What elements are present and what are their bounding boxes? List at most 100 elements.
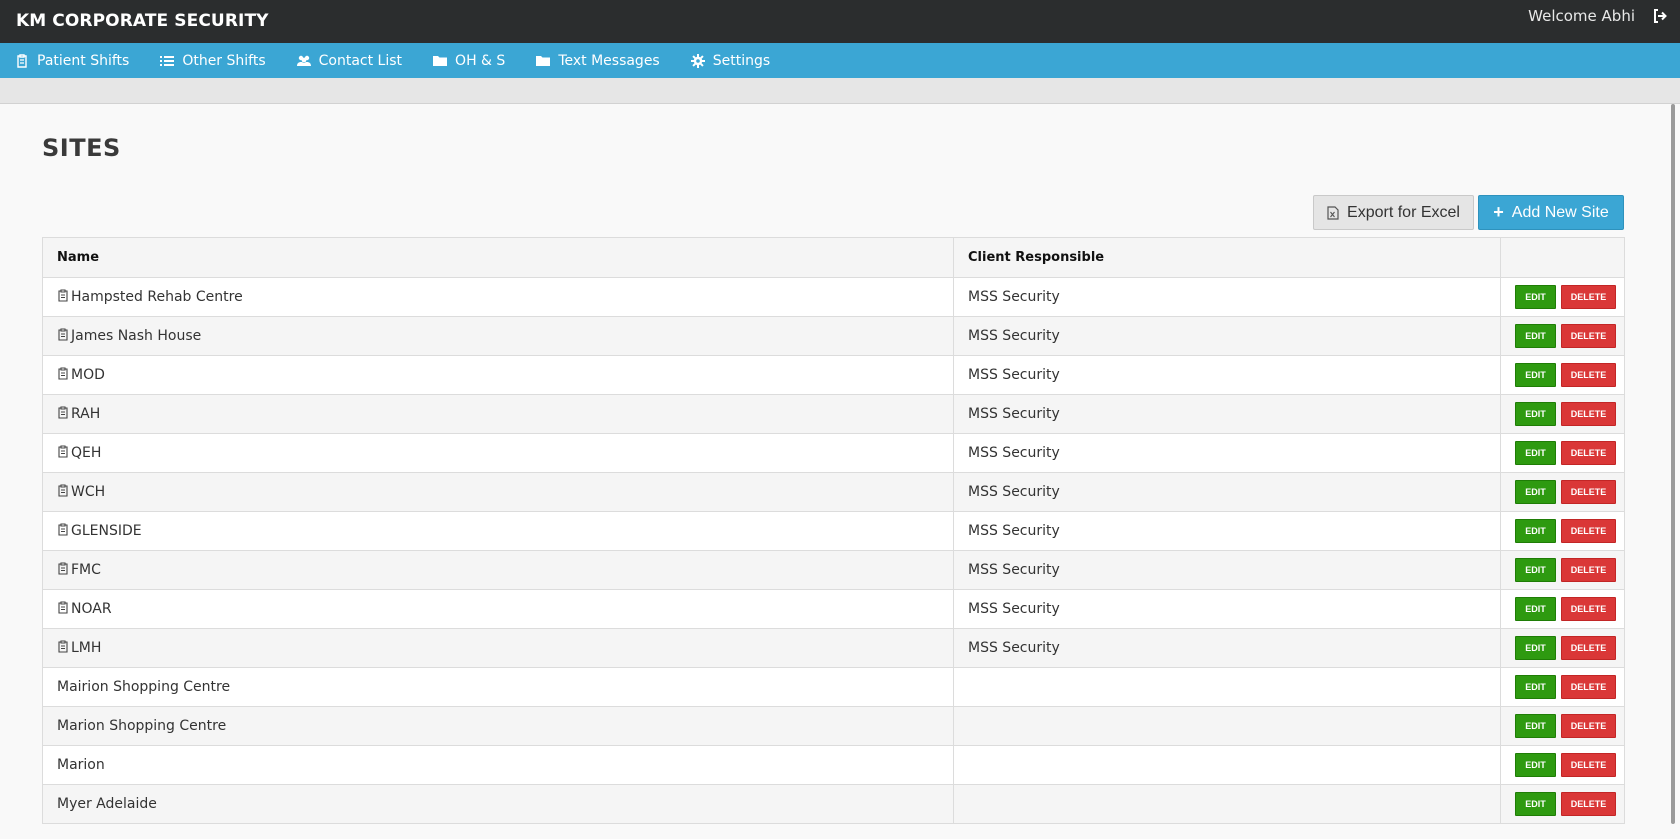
nav-label: Settings (712, 52, 771, 69)
client-name: MSS Security (968, 484, 1060, 500)
edit-button[interactable]: EDIT (1515, 402, 1556, 426)
folder-icon (536, 55, 551, 66)
delete-button[interactable]: DELETE (1561, 558, 1616, 582)
site-name: GLENSIDE (71, 523, 142, 539)
delete-button[interactable]: DELETE (1561, 792, 1616, 816)
delete-button[interactable]: DELETE (1561, 402, 1616, 426)
delete-button[interactable]: DELETE (1561, 480, 1616, 504)
actions-cell: EDIT DELETE (1500, 316, 1625, 356)
client-cell (953, 706, 1501, 746)
edit-button[interactable]: EDIT (1515, 753, 1556, 777)
top-bar: KM CORPORATE SECURITY Welcome Abhi (0, 0, 1680, 43)
table-row: Marion EDIT DELETE (42, 745, 1625, 785)
clipboard-icon (58, 562, 68, 575)
delete-button[interactable]: DELETE (1561, 363, 1616, 387)
actions-cell: EDIT DELETE (1500, 589, 1625, 629)
edit-button[interactable]: EDIT (1515, 363, 1556, 387)
nav-settings[interactable]: Settings (690, 52, 771, 69)
column-header-actions (1500, 237, 1625, 278)
edit-button[interactable]: EDIT (1515, 792, 1556, 816)
table-row: QEH MSS Security EDIT DELETE (42, 433, 1625, 473)
nav-text-messages[interactable]: Text Messages (536, 53, 660, 69)
edit-button[interactable]: EDIT (1515, 714, 1556, 738)
client-cell: MSS Security (953, 550, 1501, 590)
actions-cell: EDIT DELETE (1500, 667, 1625, 707)
table-row: NOAR MSS Security EDIT DELETE (42, 589, 1625, 629)
delete-button[interactable]: DELETE (1561, 324, 1616, 348)
welcome-text: Welcome Abhi (1528, 7, 1635, 25)
nav-label: Contact List (318, 52, 403, 69)
edit-button[interactable]: EDIT (1515, 558, 1556, 582)
client-name: MSS Security (968, 289, 1060, 305)
nav-contact-list[interactable]: Contact List (296, 52, 403, 69)
sites-table: Name Client Responsible Hampsted Rehab C… (42, 237, 1625, 824)
site-name: WCH (71, 484, 106, 500)
clipboard-icon (58, 445, 68, 458)
client-cell: MSS Security (953, 277, 1501, 317)
delete-button[interactable]: DELETE (1561, 597, 1616, 621)
edit-button[interactable]: EDIT (1515, 324, 1556, 348)
list-icon (160, 55, 175, 66)
site-name-cell: FMC (42, 550, 954, 590)
clipboard-icon (58, 367, 68, 380)
client-cell: MSS Security (953, 589, 1501, 629)
site-name: Hampsted Rehab Centre (71, 289, 243, 305)
edit-button[interactable]: EDIT (1515, 441, 1556, 465)
delete-button[interactable]: DELETE (1561, 636, 1616, 660)
edit-button[interactable]: EDIT (1515, 285, 1556, 309)
page-title: SITES (42, 134, 121, 162)
edit-button[interactable]: EDIT (1515, 480, 1556, 504)
edit-button[interactable]: EDIT (1515, 519, 1556, 543)
site-name-cell: Marion Shopping Centre (42, 706, 954, 746)
column-header-client[interactable]: Client Responsible (953, 237, 1501, 278)
site-name: QEH (71, 445, 102, 461)
actions-cell: EDIT DELETE (1500, 472, 1625, 512)
nav-label: OH & S (455, 52, 506, 69)
add-new-site-button[interactable]: + Add New Site (1478, 195, 1624, 230)
users-icon (296, 55, 311, 66)
edit-button[interactable]: EDIT (1515, 597, 1556, 621)
table-row: WCH MSS Security EDIT DELETE (42, 472, 1625, 512)
site-name-cell: QEH (42, 433, 954, 473)
delete-button[interactable]: DELETE (1561, 753, 1616, 777)
actions-cell: EDIT DELETE (1500, 784, 1625, 824)
site-name-cell: James Nash House (42, 316, 954, 356)
site-name: RAH (71, 406, 101, 422)
client-cell: MSS Security (953, 394, 1501, 434)
table-header-row: Name Client Responsible (42, 237, 1625, 278)
delete-button[interactable]: DELETE (1561, 519, 1616, 543)
client-name: MSS Security (968, 523, 1060, 539)
delete-button[interactable]: DELETE (1561, 714, 1616, 738)
nav-other-shifts[interactable]: Other Shifts (160, 53, 266, 69)
site-name: Marion (57, 757, 105, 773)
site-name-cell: LMH (42, 628, 954, 668)
add-label: Add New Site (1511, 203, 1609, 221)
edit-button[interactable]: EDIT (1515, 636, 1556, 660)
delete-button[interactable]: DELETE (1561, 285, 1616, 309)
site-name-cell: WCH (42, 472, 954, 512)
site-name: NOAR (71, 601, 112, 617)
client-name: MSS Security (968, 406, 1060, 422)
edit-button[interactable]: EDIT (1515, 675, 1556, 699)
delete-button[interactable]: DELETE (1561, 441, 1616, 465)
table-row: GLENSIDE MSS Security EDIT DELETE (42, 511, 1625, 551)
export-excel-button[interactable]: Export for Excel (1313, 195, 1474, 230)
scrollbar[interactable] (1671, 104, 1675, 824)
column-header-name[interactable]: Name (42, 237, 954, 278)
client-name: MSS Security (968, 562, 1060, 578)
brand-title[interactable]: KM CORPORATE SECURITY (16, 11, 269, 31)
nav-patient-shifts[interactable]: Patient Shifts (15, 53, 129, 69)
clipboard-icon (58, 601, 68, 614)
table-row: Mairion Shopping Centre EDIT DELETE (42, 667, 1625, 707)
clipboard-icon (58, 523, 68, 536)
nav-oh-s[interactable]: OH & S (433, 53, 505, 69)
delete-button[interactable]: DELETE (1561, 675, 1616, 699)
site-name: LMH (71, 640, 102, 656)
table-row: FMC MSS Security EDIT DELETE (42, 550, 1625, 590)
site-name: MOD (71, 367, 105, 383)
clipboard-icon (58, 484, 68, 497)
site-name: Mairion Shopping Centre (57, 679, 231, 695)
client-name: MSS Security (968, 328, 1060, 344)
logout-icon[interactable] (1652, 8, 1668, 24)
clipboard-icon (58, 640, 68, 653)
